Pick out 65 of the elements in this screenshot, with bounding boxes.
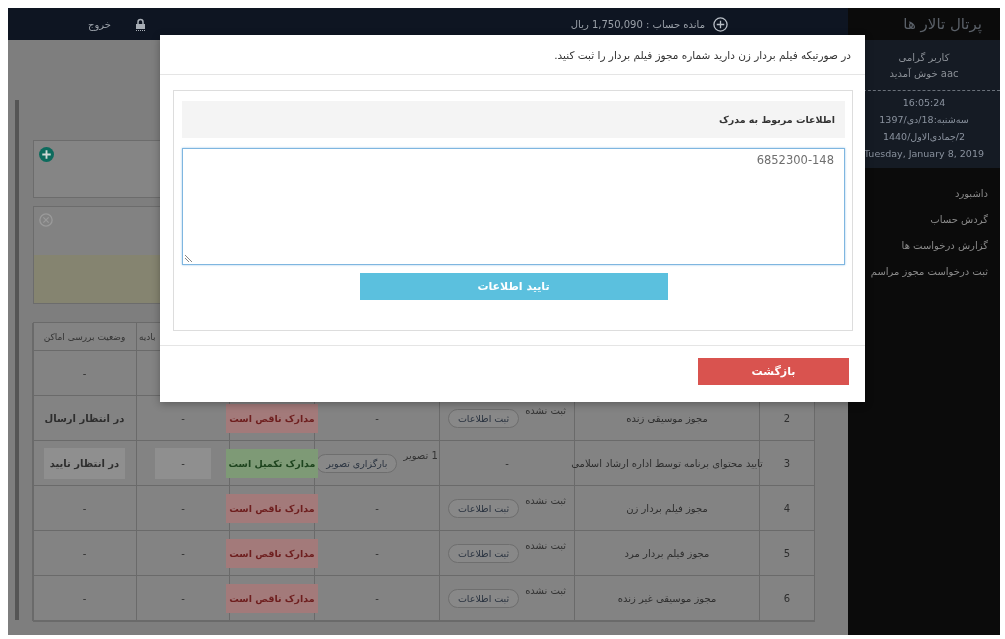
date-time-text: 16:05:24 bbox=[901, 96, 947, 110]
text-area[interactable]: 6852300-148 bbox=[182, 148, 845, 265]
status-text: - bbox=[375, 547, 379, 559]
permit-title: تایید محتوای برنامه توسط اداره ارشاد اسلامی bbox=[571, 457, 763, 469]
column-header: بادیه bbox=[139, 331, 156, 342]
sidebar-item[interactable]: گردش حساب bbox=[930, 213, 988, 225]
row-number: 6 bbox=[783, 592, 791, 604]
status-text: - bbox=[181, 502, 185, 514]
status-text: - bbox=[82, 367, 87, 379]
status-text: 1 تصویر bbox=[403, 450, 438, 461]
documents-status-badge: مدارک ناقص است bbox=[226, 583, 318, 613]
date-time-text: 2/جمادی‌الاول/1440 bbox=[881, 130, 967, 144]
portal-title: پرتال تالار ها bbox=[902, 14, 983, 35]
documents-status-badge: مدارک ناقص است bbox=[226, 493, 318, 523]
status-text: - bbox=[82, 502, 87, 514]
status-text: - bbox=[375, 412, 379, 424]
documents-status-badge: مدارک ناقص است bbox=[226, 538, 318, 568]
permit-title: مجوز موسیقی زنده bbox=[626, 412, 708, 424]
status-text: - bbox=[375, 592, 379, 604]
status-text: ثبت نشده bbox=[525, 495, 567, 506]
account-balance: مانده حساب : 1,750,090 ریال bbox=[570, 18, 705, 30]
documents-status-badge: مدارک تکمیل است bbox=[225, 448, 319, 478]
status-text: - bbox=[181, 592, 185, 604]
status-text: - bbox=[82, 547, 87, 559]
status-text: در انتظار ارسال bbox=[44, 412, 125, 424]
confirm-button[interactable]: تایید اطلاعات bbox=[359, 273, 668, 300]
row-number: 4 bbox=[783, 502, 791, 514]
status-text: ثبت نشده bbox=[525, 585, 567, 596]
upload-image-button[interactable]: بارگزاری تصویر bbox=[316, 453, 398, 473]
date-time-text: سه‌شنبه:18/دی/1397 bbox=[878, 113, 970, 127]
sidebar-item[interactable]: گزارش درخواست ها bbox=[901, 239, 988, 251]
sidebar-item[interactable]: ثبت درخواست مجوز مراسم bbox=[870, 265, 988, 277]
lock-icon[interactable] bbox=[135, 17, 146, 31]
status-text: - bbox=[375, 502, 379, 514]
status-text: ثبت نشده bbox=[525, 540, 567, 551]
documents-status-badge: مدارک ناقص است bbox=[226, 403, 318, 433]
scrollbar[interactable] bbox=[15, 100, 19, 620]
register-info-button[interactable]: ثبت اطلاعات bbox=[447, 408, 520, 428]
add-circle-icon[interactable] bbox=[39, 147, 54, 162]
row-number: 2 bbox=[783, 412, 791, 424]
permit-title: مجوز فیلم بردار مرد bbox=[624, 547, 710, 559]
row-number: 5 bbox=[783, 547, 791, 559]
status-text: - bbox=[82, 592, 87, 604]
sidebar-item[interactable]: داشبورد bbox=[954, 187, 988, 199]
register-info-button[interactable]: ثبت اطلاعات bbox=[447, 498, 520, 518]
permit-title: مجوز موسیقی غیر زنده bbox=[617, 592, 717, 604]
add-circle-icon[interactable] bbox=[713, 16, 728, 32]
status-text: - bbox=[181, 412, 185, 424]
column-header: وضعیت بررسی اماکن bbox=[43, 331, 126, 342]
greeting-text: aac خوش آمدید bbox=[888, 67, 960, 81]
status-text: - bbox=[505, 457, 509, 469]
section-label: اطلاعات مربوط به مدرک bbox=[182, 101, 845, 138]
date-time-text: Tuesday, January 8, 2019 bbox=[863, 147, 985, 161]
status-text: در انتظار تایید bbox=[43, 447, 126, 479]
register-info-button[interactable]: ثبت اطلاعات bbox=[447, 543, 520, 563]
back-button[interactable]: بازگشت bbox=[698, 358, 849, 385]
resize-grip-icon[interactable] bbox=[184, 254, 193, 263]
status-text: - bbox=[181, 547, 185, 559]
row-number: 3 bbox=[783, 457, 791, 469]
register-info-button[interactable]: ثبت اطلاعات bbox=[447, 588, 520, 608]
modal-message: در صورتیکه فیلم بردار زن دارید شماره مجوز فیلم بردار را ثبت کنید. bbox=[554, 48, 851, 61]
permit-title: مجوز فیلم بردار زن bbox=[626, 502, 708, 514]
status-text: - bbox=[155, 447, 211, 479]
logout-link[interactable]: خروج bbox=[88, 18, 111, 30]
status-text: ثبت نشده bbox=[525, 405, 567, 416]
